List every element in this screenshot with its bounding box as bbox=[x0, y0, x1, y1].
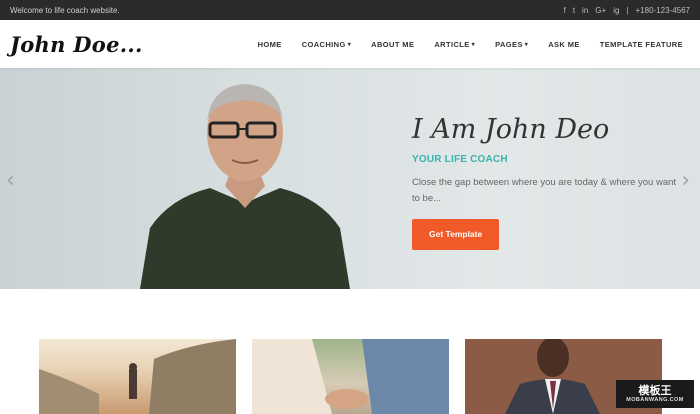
instagram-icon[interactable]: ig bbox=[613, 6, 619, 15]
twitter-icon[interactable]: t bbox=[573, 6, 575, 15]
featured-cards bbox=[0, 339, 700, 414]
beach-photo bbox=[39, 339, 236, 414]
facebook-icon[interactable]: f bbox=[564, 6, 566, 15]
linkedin-icon[interactable]: in bbox=[582, 6, 588, 15]
main-nav: HOME COACHING ▾ ABOUT ME ARTICLE ▾ PAGES ▾ … bbox=[258, 40, 683, 49]
divider: | bbox=[626, 5, 629, 15]
chevron-down-icon: ▾ bbox=[347, 41, 352, 48]
hero-subtitle: YOUR LIFE COACH bbox=[412, 154, 508, 165]
coach-portrait bbox=[140, 84, 350, 289]
google-plus-icon[interactable]: G+ bbox=[595, 6, 606, 15]
get-template-button[interactable]: Get Template bbox=[412, 219, 500, 250]
welcome-text: Welcome to life coach website. bbox=[10, 5, 120, 15]
site-logo[interactable]: John Doe... bbox=[10, 32, 143, 57]
watermark-logo: 模板王 MOBANWANG.COM bbox=[616, 380, 694, 408]
nav-item-template-feature[interactable]: TEMPLATE FEATURE bbox=[600, 40, 683, 49]
site-header: John Doe... HOME COACHING ▾ ABOUT ME ARTI… bbox=[0, 20, 700, 68]
nav-item-ask-me[interactable]: ASK ME bbox=[548, 40, 580, 49]
hero-content: I Am John Deo YOUR LIFE COACH Close the … bbox=[412, 114, 692, 250]
nav-item-pages[interactable]: PAGES ▾ bbox=[495, 40, 528, 49]
chevron-down-icon: ▾ bbox=[524, 41, 529, 48]
nav-item-about-me[interactable]: ABOUT ME bbox=[371, 40, 414, 49]
top-bar: Welcome to life coach website. f t in G+… bbox=[0, 0, 700, 20]
nav-item-home[interactable]: HOME bbox=[258, 40, 282, 49]
hero-slider: ‹ I Am John Deo YOUR LIFE COACH Close th… bbox=[0, 68, 700, 289]
card-image-hands[interactable] bbox=[252, 339, 449, 414]
chevron-down-icon: ▾ bbox=[471, 41, 476, 48]
card-image-beach[interactable] bbox=[39, 339, 236, 414]
social-links: f t in G+ ig | +180-123-4567 bbox=[564, 6, 690, 15]
hero-title: I Am John Deo bbox=[412, 114, 610, 145]
phone-number[interactable]: +180-123-4567 bbox=[636, 6, 691, 15]
nav-item-article[interactable]: ARTICLE ▾ bbox=[434, 40, 475, 49]
next-slide-arrow-icon[interactable]: › bbox=[681, 168, 690, 193]
hands-photo bbox=[252, 339, 449, 414]
nav-item-coaching[interactable]: COACHING ▾ bbox=[302, 40, 351, 49]
hero-description: Close the gap between where you are toda… bbox=[412, 177, 677, 204]
prev-slide-arrow-icon[interactable]: ‹ bbox=[6, 168, 15, 193]
